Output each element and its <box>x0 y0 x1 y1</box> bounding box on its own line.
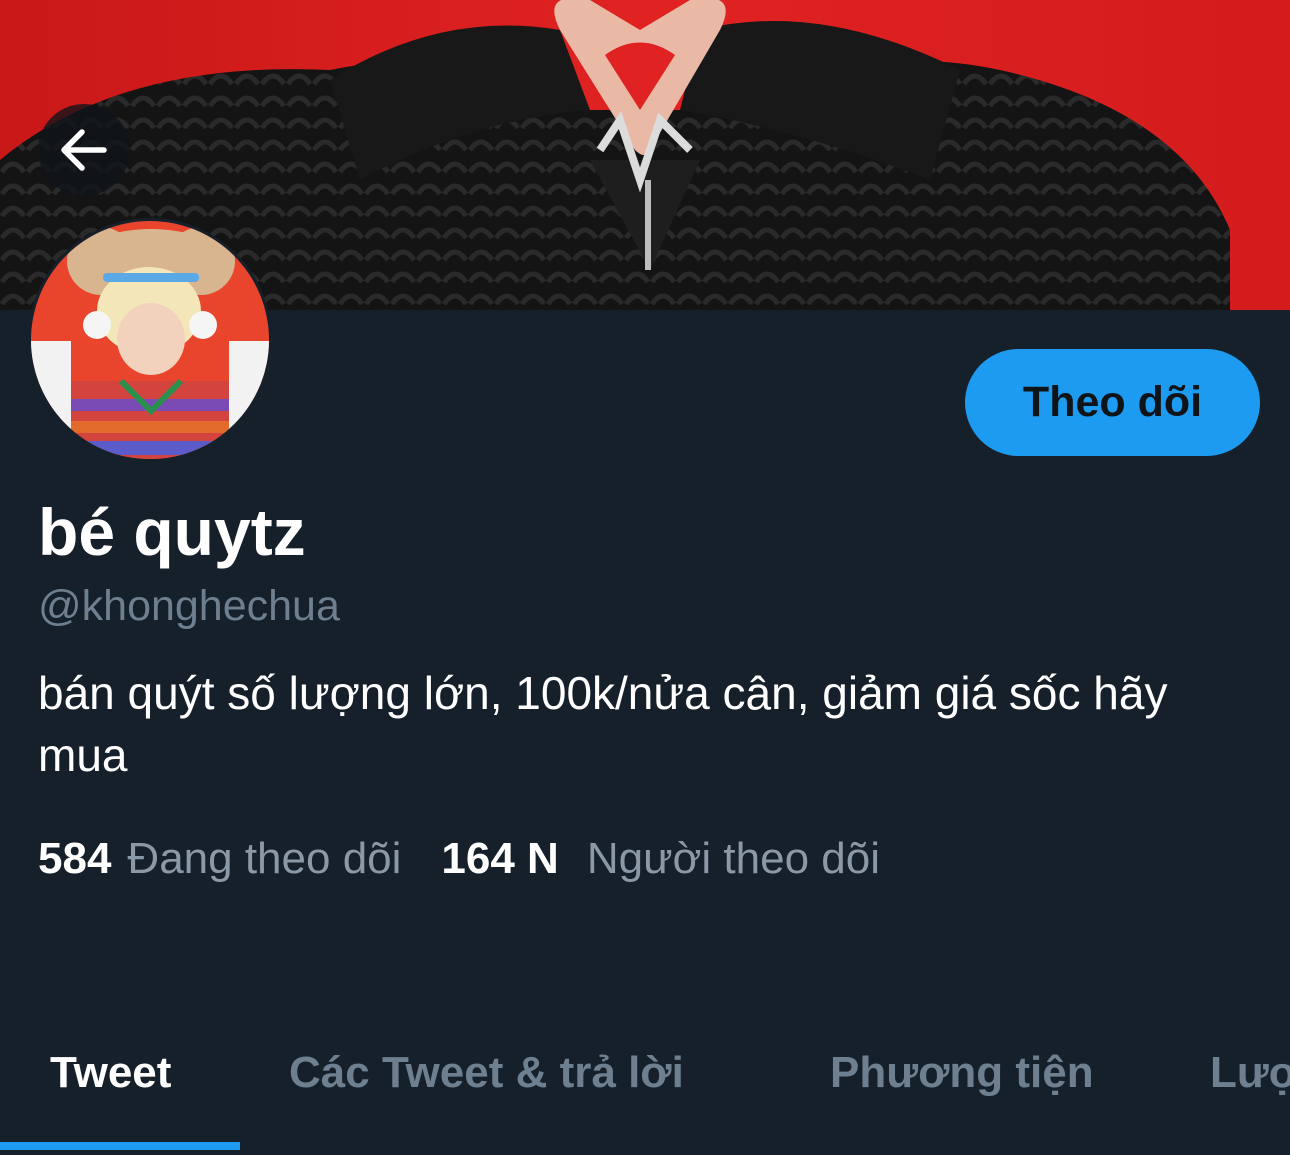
profile-bio: bán quýt số lượng lớn, 100k/nửa cân, giả… <box>38 667 1168 781</box>
arrow-left-icon <box>61 129 107 171</box>
profile-tabs: Tweet Các Tweet & trả lời Phương tiện Lư… <box>0 1020 1290 1155</box>
followers-label: Người theo dõi <box>586 834 880 883</box>
followers-link[interactable]: 164 N Người theo dõi <box>441 834 880 884</box>
following-label: Đang theo dõi <box>127 834 402 883</box>
followers-count: 164 N <box>441 834 559 883</box>
tab-tweets[interactable]: Tweet <box>50 1048 171 1098</box>
follow-button[interactable]: Theo dõi <box>965 349 1260 456</box>
profile-stats: 584 Đang theo dõi 164 N Người theo dõi <box>38 834 880 884</box>
profile-page: Theo dõi bé quytz @khonghechua bán quýt … <box>0 0 1290 1155</box>
display-name: bé quytz <box>38 495 306 569</box>
active-tab-indicator <box>0 1142 240 1150</box>
user-handle: @khonghechua <box>38 582 340 630</box>
tab-likes[interactable]: Lượ <box>1210 1048 1290 1098</box>
back-button[interactable] <box>38 104 130 196</box>
tab-media[interactable]: Phương tiện <box>830 1048 1094 1098</box>
avatar-image <box>31 221 269 459</box>
avatar[interactable] <box>28 218 272 462</box>
following-link[interactable]: 584 Đang theo dõi <box>38 834 401 884</box>
tab-tweets-and-replies[interactable]: Các Tweet & trả lời <box>289 1048 684 1098</box>
following-count: 584 <box>38 834 112 883</box>
